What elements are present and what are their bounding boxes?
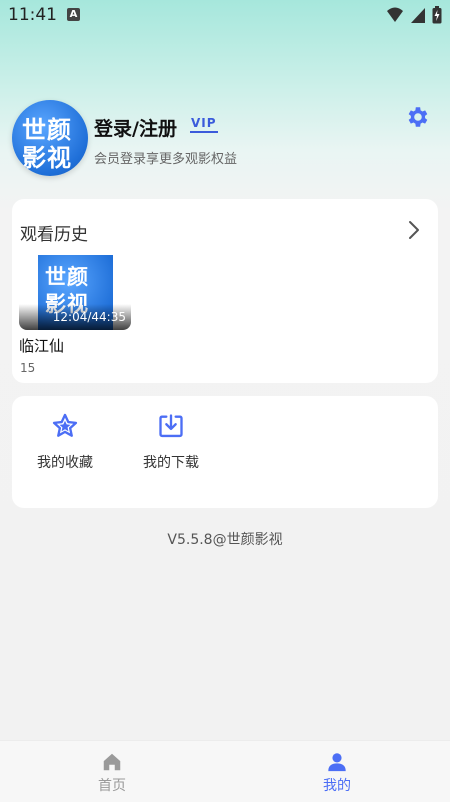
vip-badge[interactable]: VIP	[190, 116, 218, 133]
home-icon	[103, 753, 121, 771]
tab-mine-label: 我的	[323, 778, 351, 794]
status-notification-icon: A	[67, 8, 80, 21]
signal-icon	[387, 7, 403, 22]
functions-card: 我的收藏 我的下载	[12, 396, 438, 508]
login-subtitle: 会员登录享更多观影权益	[94, 152, 238, 167]
login-register-link[interactable]: 登录/注册	[94, 114, 177, 141]
tab-home-label: 首页	[98, 778, 126, 794]
tab-home[interactable]: 首页	[72, 751, 152, 795]
downloads-button[interactable]: 我的下载	[131, 412, 211, 472]
gear-icon[interactable]	[404, 104, 430, 130]
avatar-logo-line2: 影视	[22, 144, 72, 172]
favorites-button[interactable]: 我的收藏	[25, 412, 105, 472]
star-icon	[52, 413, 78, 437]
battery-icon	[432, 6, 442, 24]
status-bar: 11:41 A	[0, 0, 450, 32]
history-item-thumbnail[interactable]: 世颜 影视 12:04/44:35	[19, 255, 131, 330]
watch-history-card: 观看历史 世颜 影视 12:04/44:35 临江仙 15	[12, 199, 438, 383]
downloads-label: 我的下载	[143, 455, 199, 471]
tab-mine[interactable]: 我的	[297, 751, 377, 795]
avatar[interactable]: 世颜 影视	[12, 100, 88, 176]
status-icons	[386, 6, 442, 24]
watch-progress: 12:04/44:35	[52, 310, 126, 324]
watch-history-title: 观看历史	[20, 225, 88, 245]
cellular-icon	[411, 8, 425, 23]
bottom-tab-bar: 首页 我的	[0, 740, 450, 802]
poster-logo-line1: 世颜	[45, 265, 89, 289]
user-icon	[328, 753, 346, 772]
version-label: V5.5.8@世颜影视	[167, 532, 283, 548]
status-time: 11:41	[8, 5, 57, 25]
download-icon	[159, 414, 183, 438]
chevron-right-icon[interactable]	[404, 219, 424, 241]
favorites-label: 我的收藏	[37, 455, 93, 471]
history-item-title[interactable]: 临江仙	[19, 335, 64, 356]
history-item-episode: 15	[20, 361, 36, 375]
